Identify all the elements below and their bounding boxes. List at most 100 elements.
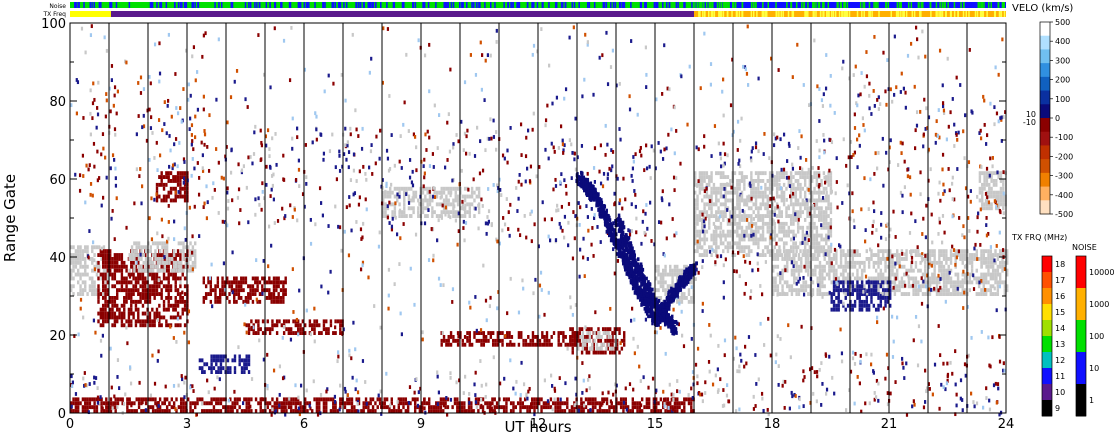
band-cell-13 (799, 214, 802, 218)
band-cell-5 (219, 366, 223, 371)
band-cell-1 (153, 272, 156, 277)
noise-tick (254, 2, 256, 8)
band-cell-1 (162, 272, 166, 277)
band-cell-3 (172, 175, 175, 179)
band-cell-10 (608, 405, 611, 410)
band-cell-13 (750, 229, 753, 234)
scatter-point-4 (437, 218, 440, 223)
band-cell-10 (208, 401, 211, 406)
band-cell-14 (945, 272, 948, 277)
band-cell-13 (768, 175, 772, 179)
scatter-point-3 (297, 158, 300, 163)
band-cell-14 (987, 260, 990, 265)
band-cell-10 (486, 401, 489, 406)
band-cell-4 (233, 276, 236, 281)
band-cell-10 (238, 397, 241, 402)
noise-tick (694, 2, 696, 8)
band-cell-10 (638, 409, 642, 413)
band-cell-11 (435, 194, 439, 199)
band-cell-10 (126, 409, 129, 413)
band-cell-13 (703, 206, 706, 211)
band-cell-2 (179, 249, 183, 254)
band-cell-14 (970, 260, 974, 265)
band-cell-6 (247, 323, 251, 328)
scatter-point-1 (190, 142, 193, 147)
scatter-point-4 (385, 148, 389, 153)
band-cell-7 (442, 335, 446, 339)
band-cell-2 (137, 245, 141, 250)
band-cell-14 (884, 264, 887, 269)
band-cell-13 (780, 237, 783, 242)
noise-tick (220, 2, 223, 8)
noise-tick (947, 2, 949, 8)
band-cell-14 (1001, 260, 1004, 265)
band-cell-11 (473, 190, 476, 195)
band-cell-1 (113, 272, 117, 277)
band-cell-13 (766, 245, 769, 250)
band-cell-13 (736, 229, 739, 234)
band-cell-10 (198, 397, 202, 402)
band-cell-13 (696, 214, 699, 218)
band-cell-13 (747, 249, 751, 254)
band-cell-13 (738, 218, 741, 222)
band-cell-13 (705, 249, 709, 254)
band-cell-3 (155, 198, 159, 203)
noise-tick (422, 2, 424, 8)
band-cell-14 (931, 276, 934, 281)
band-cell-13 (789, 229, 793, 234)
scatter-point-4 (452, 145, 455, 150)
band-cell-14 (933, 268, 936, 273)
scatter-point-4 (428, 135, 431, 140)
band-cell-13 (792, 186, 795, 191)
band-cell-14 (903, 264, 906, 269)
band-cell-16 (997, 198, 1000, 203)
band-cell-1 (104, 288, 107, 293)
band-cell-1 (165, 284, 168, 289)
txfreq-tick (845, 11, 848, 17)
band-cell-1 (144, 276, 147, 281)
band-cell-10 (259, 401, 262, 406)
band-cell-1 (151, 272, 154, 277)
band-cell-10 (84, 409, 87, 413)
band-cell-2 (156, 268, 159, 273)
band-cell-14 (959, 284, 962, 289)
band-cell-9 (607, 335, 610, 339)
scatter-point-0 (109, 109, 112, 114)
band-cell-0 (72, 276, 75, 281)
scatter-point-4 (386, 156, 390, 161)
band-cell-13 (780, 194, 783, 199)
band-cell-15 (872, 280, 876, 285)
band-cell-3 (176, 194, 180, 199)
band-cell-1 (130, 280, 133, 285)
band-cell-13 (738, 214, 741, 218)
band-cell-8 (606, 327, 610, 332)
noise-tick (827, 2, 830, 8)
band-cell-3 (155, 182, 159, 187)
band-cell-10 (559, 401, 562, 406)
scatter-point-2 (258, 202, 261, 207)
band-cell-9 (607, 342, 610, 347)
band-cell-0 (77, 292, 80, 296)
band-cell-15 (839, 299, 843, 304)
band-cell-1 (183, 323, 187, 328)
band-cell-14 (814, 257, 817, 261)
band-cell-13 (794, 241, 798, 246)
band-cell-16 (981, 190, 984, 195)
band-cell-10 (505, 405, 508, 410)
band-cell-13 (827, 214, 830, 218)
band-cell-5 (210, 370, 213, 374)
band-cell-13 (722, 233, 725, 238)
band-cell-10 (142, 409, 145, 413)
band-cell-14 (881, 257, 885, 261)
band-cell-14 (774, 288, 777, 293)
band-cell-13 (825, 233, 828, 238)
band-cell-11 (452, 214, 455, 218)
band-cell-8 (592, 350, 595, 355)
band-cell-14 (867, 264, 871, 269)
band-cell-13 (766, 194, 769, 199)
band-cell-4 (216, 276, 220, 281)
band-cell-1 (101, 280, 105, 285)
band-cell-14 (896, 257, 899, 261)
band-cell-15 (842, 280, 845, 285)
band-cell-10 (554, 409, 557, 413)
